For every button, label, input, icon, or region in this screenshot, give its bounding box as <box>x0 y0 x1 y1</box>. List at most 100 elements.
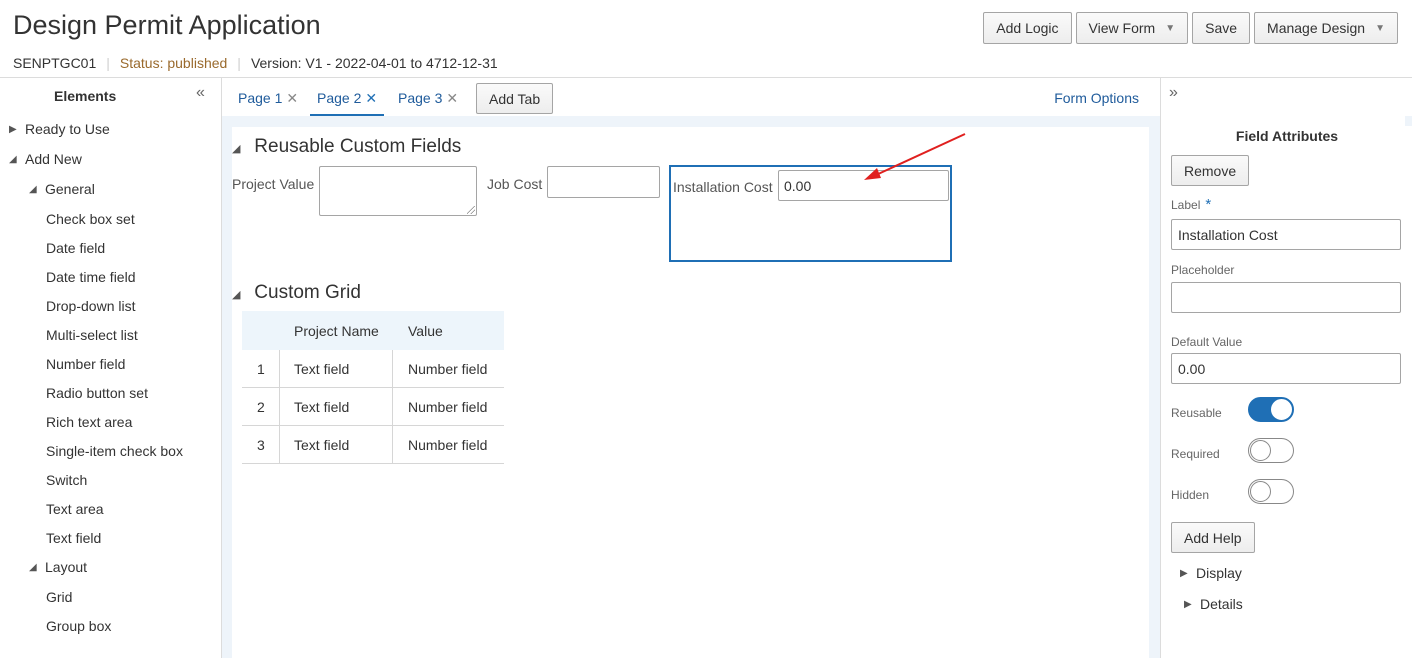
section-reusable-custom-fields[interactable]: ◢ Reusable Custom Fields <box>232 136 461 158</box>
tree-item-label: Layout <box>45 559 88 575</box>
cell-project-name: Text field <box>294 398 350 415</box>
toggle-knob <box>1250 481 1271 502</box>
hidden-toggle[interactable] <box>1248 479 1294 504</box>
close-icon[interactable]: ✕ <box>446 90 458 106</box>
triangle-expanded-icon: ◢ <box>9 153 17 165</box>
element-switch[interactable]: Switch <box>46 472 87 488</box>
element-text-field[interactable]: Text field <box>46 530 101 546</box>
grid-header-row: Project Name Value <box>242 311 504 350</box>
display-expander[interactable]: ▶ Display <box>1180 565 1242 581</box>
tree-item-general[interactable]: ◢ General <box>29 181 95 197</box>
row-number: 1 <box>257 360 265 377</box>
details-label: Details <box>1200 596 1243 612</box>
label-caption-text: Label <box>1171 198 1201 212</box>
reusable-caption: Reusable <box>1171 406 1222 420</box>
elements-sidebar: Elements « ▶ Ready to Use ◢ Add New ◢ Ge… <box>0 78 222 658</box>
triangle-expanded-icon: ◢ <box>29 183 37 195</box>
header-actions: Add Logic View Form ▼ Save Manage Design… <box>983 12 1398 44</box>
sidebar-title: Elements <box>54 88 117 104</box>
form-options-link[interactable]: Form Options <box>1054 90 1139 106</box>
default-value-caption: Default Value <box>1171 335 1243 349</box>
status-badge: Status: published <box>119 55 228 71</box>
label-input[interactable]: Installation Cost <box>1171 219 1401 250</box>
section-custom-grid[interactable]: ◢ Custom Grid <box>232 282 361 304</box>
tree-item-layout[interactable]: ◢ Layout <box>29 559 87 575</box>
tab-page-3[interactable]: Page 3 ✕ <box>398 82 458 116</box>
tab-page-2[interactable]: Page 2 ✕ <box>310 82 385 116</box>
manage-design-label: Manage Design <box>1267 20 1366 36</box>
page-title: Design Permit Application <box>13 10 321 40</box>
tab-page-1[interactable]: Page 1 ✕ <box>238 82 298 116</box>
element-multi-select-list[interactable]: Multi-select list <box>46 327 138 343</box>
manage-design-button[interactable]: Manage Design ▼ <box>1254 12 1398 44</box>
remove-button[interactable]: Remove <box>1171 155 1250 186</box>
element-text-area[interactable]: Text area <box>46 501 104 517</box>
section-title-label: Reusable Custom Fields <box>254 136 462 157</box>
chevron-down-icon: ▼ <box>1165 22 1176 34</box>
element-single-item-check-box[interactable]: Single-item check box <box>46 443 183 459</box>
tree-item-label: Add New <box>25 151 82 167</box>
default-value-input[interactable]: 0.00 <box>1171 353 1401 384</box>
element-date-time-field[interactable]: Date time field <box>46 269 135 285</box>
tab-label: Page 2 <box>317 90 362 106</box>
element-number-field[interactable]: Number field <box>46 356 125 372</box>
table-row[interactable]: 3 Text field Number field <box>242 426 504 464</box>
save-button[interactable]: Save <box>1192 12 1251 44</box>
element-check-box-set[interactable]: Check box set <box>46 211 135 227</box>
required-mark: * <box>1205 196 1212 213</box>
element-drop-down-list[interactable]: Drop-down list <box>46 298 135 314</box>
row-number: 2 <box>257 398 265 415</box>
panel-title: Field Attributes <box>1235 128 1339 144</box>
toggle-knob <box>1250 440 1271 461</box>
cell-project-name: Text field <box>294 360 350 377</box>
triangle-expanded-icon: ◢ <box>232 289 241 301</box>
required-toggle[interactable] <box>1248 438 1294 463</box>
project-value-label: Project Value <box>232 176 315 192</box>
meta-separator: | <box>106 55 110 71</box>
details-expander[interactable]: ▶ Details <box>1184 596 1243 612</box>
add-tab-button[interactable]: Add Tab <box>476 83 554 114</box>
element-grid[interactable]: Grid <box>46 589 72 605</box>
expand-right-icon[interactable]: » <box>1169 84 1178 102</box>
tree-item-add-new[interactable]: ◢ Add New <box>9 151 82 167</box>
triangle-expanded-icon: ◢ <box>232 143 241 155</box>
cell-value: Number field <box>408 436 488 453</box>
view-form-label: View Form <box>1088 20 1156 36</box>
close-icon[interactable]: ✕ <box>286 90 298 106</box>
element-radio-button-set[interactable]: Radio button set <box>46 385 148 401</box>
element-rich-text-area[interactable]: Rich text area <box>46 414 132 430</box>
cell-value: Number field <box>408 398 488 415</box>
tree-item-label: Ready to Use <box>25 121 110 137</box>
tree-item-ready-to-use[interactable]: ▶ Ready to Use <box>9 121 110 137</box>
collapse-left-icon[interactable]: « <box>196 84 205 102</box>
form-code: SENPTGC01 <box>13 55 97 71</box>
reusable-toggle[interactable] <box>1248 397 1294 422</box>
element-group-box[interactable]: Group box <box>46 618 111 634</box>
form-meta: SENPTGC01 | Status: published | Version:… <box>13 55 498 71</box>
add-logic-button[interactable]: Add Logic <box>983 12 1072 44</box>
view-form-button[interactable]: View Form ▼ <box>1075 12 1189 44</box>
field-attributes-panel: » Field Attributes Remove Label * Install… <box>1160 78 1412 658</box>
element-date-field[interactable]: Date field <box>46 240 105 256</box>
grid-divider <box>279 350 280 387</box>
table-row[interactable]: 1 Text field Number field <box>242 350 504 388</box>
hidden-caption: Hidden <box>1171 488 1210 502</box>
installation-cost-label: Installation Cost <box>673 179 773 195</box>
chevron-down-icon: ▼ <box>1375 22 1385 34</box>
tab-label: Page 3 <box>398 90 443 106</box>
resize-handle-icon[interactable] <box>467 206 475 214</box>
close-icon[interactable]: ✕ <box>365 90 377 106</box>
installation-cost-input[interactable]: 0.00 <box>778 170 949 201</box>
display-label: Display <box>1196 565 1242 581</box>
project-value-textarea[interactable] <box>319 166 477 216</box>
add-help-button[interactable]: Add Help <box>1171 522 1255 553</box>
grid-divider <box>279 388 280 425</box>
cell-project-name: Text field <box>294 436 350 453</box>
row-number: 3 <box>257 436 265 453</box>
custom-grid[interactable]: Project Name Value 1 Text field Number f… <box>242 311 504 464</box>
version-info: Version: V1 - 2022-04-01 to 4712-12-31 <box>250 55 498 71</box>
grid-column-header: Value <box>408 322 443 339</box>
job-cost-input[interactable] <box>547 166 660 198</box>
placeholder-input[interactable] <box>1171 282 1401 313</box>
table-row[interactable]: 2 Text field Number field <box>242 388 504 426</box>
